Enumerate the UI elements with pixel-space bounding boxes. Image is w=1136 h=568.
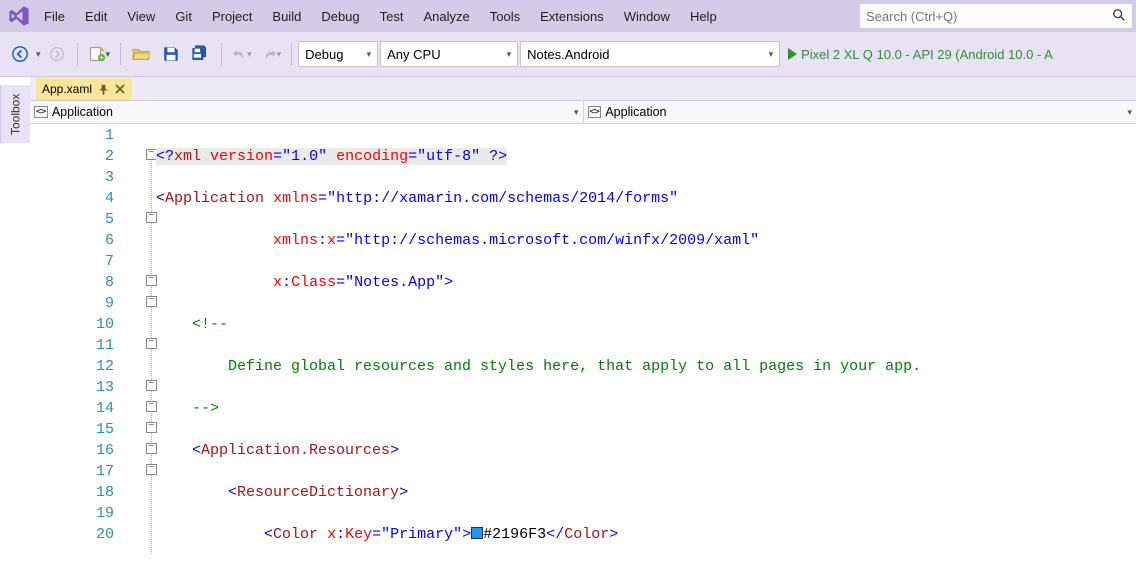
menu-file[interactable]: File bbox=[34, 5, 75, 28]
tab-app-xaml[interactable]: App.xaml bbox=[36, 78, 131, 100]
visual-studio-logo-icon bbox=[4, 1, 34, 31]
play-icon bbox=[788, 48, 797, 60]
undo-button[interactable]: ▾ bbox=[228, 40, 256, 68]
search-icon bbox=[1112, 8, 1126, 25]
fold-toggle[interactable]: − bbox=[146, 380, 157, 391]
xml-scope-icon: <> bbox=[34, 106, 48, 118]
startup-project-dropdown[interactable]: Notes.Android▾ bbox=[520, 41, 780, 67]
code-editor[interactable]: 12345 678910 1112131415 1617181920 − − −… bbox=[30, 124, 1136, 568]
menu-edit[interactable]: Edit bbox=[75, 5, 117, 28]
menu-analyze[interactable]: Analyze bbox=[413, 5, 479, 28]
menu-extensions[interactable]: Extensions bbox=[530, 5, 614, 28]
menu-build[interactable]: Build bbox=[262, 5, 311, 28]
menu-view[interactable]: View bbox=[117, 5, 165, 28]
xml-scope-icon: <> bbox=[588, 106, 602, 118]
fold-toggle[interactable]: − bbox=[146, 401, 157, 412]
nav-back-caret-icon[interactable]: ▾ bbox=[36, 49, 41, 60]
tab-label: App.xaml bbox=[42, 82, 92, 96]
document-tabstrip: App.xaml bbox=[30, 77, 1136, 101]
save-all-button[interactable] bbox=[187, 40, 215, 68]
menu-debug[interactable]: Debug bbox=[311, 5, 369, 28]
nav-back-button[interactable] bbox=[6, 40, 34, 68]
search-input[interactable] bbox=[866, 9, 1112, 24]
menubar: File Edit View Git Project Build Debug T… bbox=[0, 0, 1136, 32]
nav-scope-right[interactable]: <> Application ▾ bbox=[584, 101, 1136, 123]
new-item-button[interactable]: ▾ bbox=[84, 40, 115, 68]
fold-toggle[interactable]: − bbox=[146, 149, 157, 160]
toolbar: ▾ ▾ ▾ ▾ Debug▾ Any CPU▾ Notes.Android▾ P… bbox=[0, 32, 1136, 77]
menu-help[interactable]: Help bbox=[680, 5, 727, 28]
fold-toggle[interactable]: − bbox=[146, 464, 157, 475]
open-file-button[interactable] bbox=[127, 40, 155, 68]
line-number-gutter: 12345 678910 1112131415 1617181920 bbox=[30, 124, 126, 545]
toolbox-panel-tab[interactable]: Toolbox bbox=[0, 85, 30, 143]
menu-tools[interactable]: Tools bbox=[480, 5, 530, 28]
configuration-dropdown[interactable]: Debug▾ bbox=[298, 41, 378, 67]
fold-toggle[interactable]: − bbox=[146, 443, 157, 454]
close-icon[interactable] bbox=[115, 84, 125, 94]
chevron-down-icon: ▾ bbox=[507, 49, 512, 60]
start-target-label: Pixel 2 XL Q 10.0 - API 29 (Android 10.0… bbox=[801, 47, 1053, 62]
chevron-down-icon: ▾ bbox=[367, 49, 372, 60]
fold-toggle[interactable]: − bbox=[146, 296, 157, 307]
chevron-down-icon: ▾ bbox=[574, 107, 579, 118]
chevron-down-icon: ▾ bbox=[769, 49, 774, 60]
nav-scope-left[interactable]: <> Application ▾ bbox=[30, 101, 584, 123]
redo-button[interactable]: ▾ bbox=[258, 40, 286, 68]
menu-project[interactable]: Project bbox=[202, 5, 262, 28]
fold-toggle[interactable]: − bbox=[146, 338, 157, 349]
platform-dropdown[interactable]: Any CPU▾ bbox=[380, 41, 518, 67]
fold-toggle[interactable]: − bbox=[146, 212, 157, 223]
nav-forward-button bbox=[43, 40, 71, 68]
fold-toggle[interactable]: − bbox=[146, 422, 157, 433]
global-search[interactable] bbox=[860, 4, 1132, 28]
save-button[interactable] bbox=[157, 40, 185, 68]
fold-toggle[interactable]: − bbox=[146, 275, 157, 286]
menu-test[interactable]: Test bbox=[370, 5, 414, 28]
start-debugging-button[interactable]: Pixel 2 XL Q 10.0 - API 29 (Android 10.0… bbox=[788, 47, 1053, 62]
code-nav-row: <> Application ▾ <> Application ▾ bbox=[30, 101, 1136, 124]
menu-window[interactable]: Window bbox=[614, 5, 680, 28]
chevron-down-icon: ▾ bbox=[1127, 107, 1132, 118]
pin-icon[interactable] bbox=[98, 84, 109, 95]
menu-git[interactable]: Git bbox=[165, 5, 202, 28]
code-content[interactable]: <?xml version="1.0" encoding="utf-8" ?> … bbox=[156, 124, 1136, 568]
